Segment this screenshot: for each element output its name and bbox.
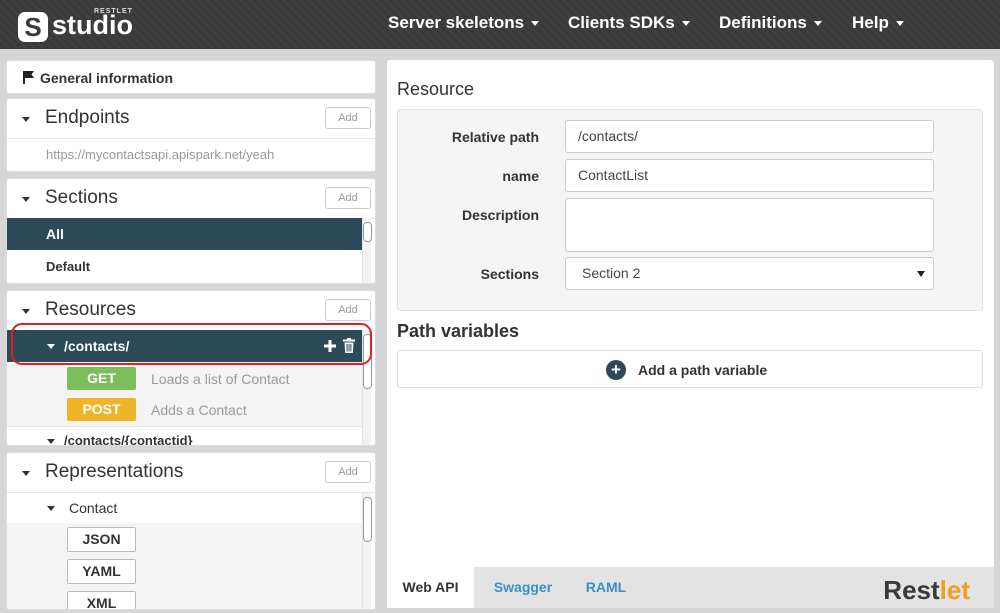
nav-help[interactable]: Help [852,0,904,49]
sections-select[interactable]: Section 2 [565,257,934,290]
sections-label: Sections [480,266,539,282]
add-section-button[interactable]: Add [325,187,371,209]
select-caret-icon [917,271,925,277]
sections-scrollbar[interactable] [362,218,372,283]
collapse-toggle-icon[interactable] [22,197,30,202]
nav-label: Server skeletons [388,13,525,32]
description-label: Description [461,207,539,223]
bottom-tab-bar: Web API Swagger RAML Restlet [387,567,994,608]
representations-panel: Representations Add Contact JSON YAML XM… [6,452,376,610]
caret-down-icon [895,21,904,27]
resource-methods: GET Loads a list of Contact POST Adds a … [7,362,363,426]
tab-swagger[interactable]: Swagger [484,567,562,608]
resource-editor: Resource Relative path /contacts/ name C… [387,60,994,608]
representation-name: Contact [69,500,118,516]
endpoint-url[interactable]: https://mycontactsapi.apispark.net/yeah [46,147,274,162]
studio-logo[interactable]: S RESTLET studio [18,8,133,42]
collapse-toggle-icon[interactable] [22,309,30,314]
add-resource-button[interactable]: Add [325,299,371,321]
logo-text: studio [52,10,133,40]
sections-title: Sections [45,187,118,208]
nav-server-skeletons[interactable]: Server skeletons [388,0,540,49]
general-information-label: General information [40,70,174,86]
nav-label: Clients SDKs [568,13,675,32]
brand-part2: let [939,575,970,605]
add-path-variable-label: Add a path variable [638,362,768,378]
scrollbar-thumb[interactable] [363,497,372,542]
brand-part1: Rest [883,575,940,605]
sections-select-value: Section 2 [582,265,641,281]
endpoints-header: Endpoints Add [7,99,375,139]
nav-label: Help [852,13,889,32]
scrollbar-thumb[interactable] [363,222,372,242]
method-get-badge[interactable]: GET [67,367,136,390]
representations-header: Representations Add [7,453,375,493]
relative-path-input[interactable]: /contacts/ [565,120,934,153]
section-item-default[interactable]: Default [7,250,363,283]
resources-panel: Resources Add /contacts/ GET Loads a lis… [6,290,376,446]
representations-title: Representations [45,461,184,482]
description-textarea[interactable] [565,198,934,252]
collapse-toggle-icon[interactable] [47,439,55,444]
representation-formats: JSON YAML XML [7,523,363,609]
method-get-description[interactable]: Loads a list of Contact [151,371,290,387]
representation-item-contact[interactable]: Contact [7,493,363,523]
name-input[interactable]: ContactList [565,159,934,192]
resource-path: /contacts/{contactid} [64,433,193,446]
add-representation-button[interactable]: Add [325,461,371,483]
section-item-label: All [46,226,64,242]
caret-down-icon [681,21,690,27]
flag-icon [23,71,34,84]
caret-down-icon [531,21,540,27]
general-information-panel[interactable]: General information [6,60,376,94]
resource-title: Resource [397,79,475,99]
representations-scrollbar[interactable] [362,493,372,609]
collapse-toggle-icon[interactable] [47,506,55,511]
tab-web-api[interactable]: Web API [387,567,474,608]
nav-clients-sdks[interactable]: Clients SDKs [568,0,690,49]
collapse-toggle-icon[interactable] [22,117,30,122]
endpoints-title: Endpoints [45,107,130,128]
resource-item-contactid[interactable]: /contacts/{contactid} [7,426,363,446]
format-json-button[interactable]: JSON [67,527,136,552]
nav-definitions[interactable]: Definitions [719,0,822,49]
top-navbar: S RESTLET studio Server skeletons Client… [0,0,1000,49]
add-path-variable-button[interactable]: + Add a path variable [397,350,983,388]
resources-title: Resources [45,299,136,320]
caret-down-icon [813,21,822,27]
sections-header: Sections Add [7,179,375,219]
add-circle-icon: + [606,360,626,380]
restlet-brand-logo: Restlet [883,575,970,606]
collapse-toggle-icon[interactable] [22,471,30,476]
endpoints-panel: Endpoints Add https://mycontactsapi.apis… [6,98,376,172]
tab-raml[interactable]: RAML [572,567,640,608]
method-post-description[interactable]: Adds a Contact [151,402,247,418]
name-label: name [502,168,539,184]
relative-path-label: Relative path [451,129,539,145]
section-item-all[interactable]: All [7,218,363,250]
format-yaml-button[interactable]: YAML [67,559,136,584]
highlight-annotation [11,323,372,365]
restlet-s-icon: S [18,12,48,42]
format-xml-button[interactable]: XML [67,591,136,609]
section-item-label: Default [46,259,91,274]
path-variables-title: Path variables [397,321,520,341]
nav-label: Definitions [719,13,807,32]
method-post-badge[interactable]: POST [67,398,136,421]
sections-panel: Sections Add All Default [6,178,376,284]
add-endpoint-button[interactable]: Add [325,107,371,129]
resource-form: Relative path /contacts/ name ContactLis… [397,109,983,311]
